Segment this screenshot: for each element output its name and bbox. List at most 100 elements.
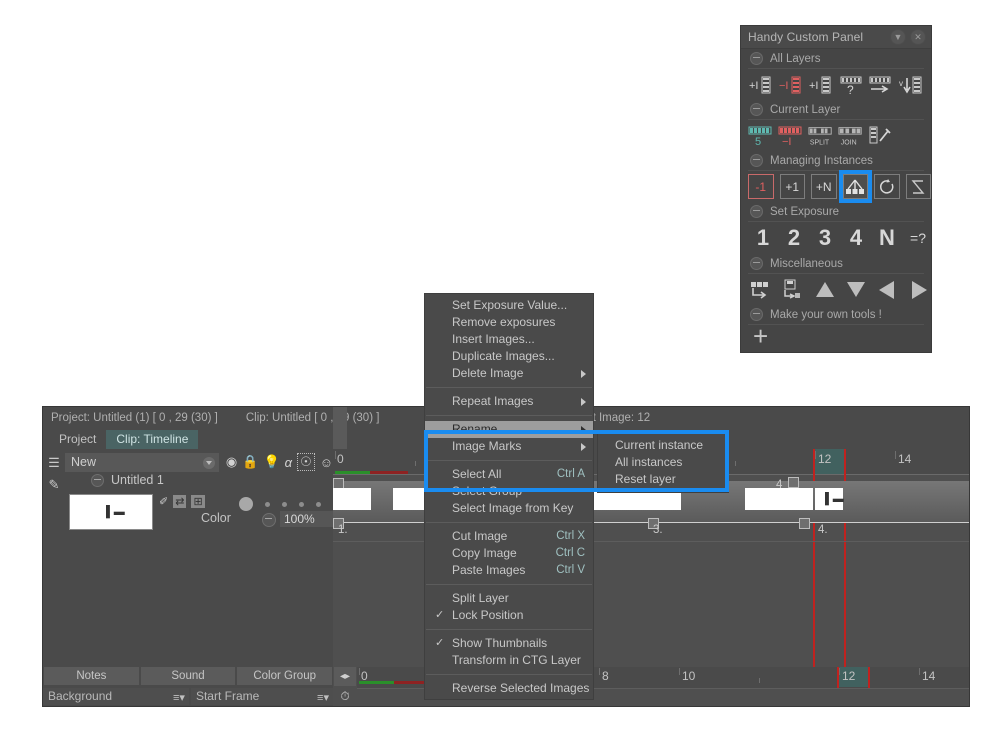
collapse-icon[interactable] xyxy=(750,257,763,270)
fill-down-icon[interactable]: v xyxy=(898,72,924,97)
key-handle[interactable] xyxy=(788,477,799,488)
remove-exposure-icon[interactable]: −I xyxy=(778,123,804,148)
exposure-1-button[interactable]: 1 xyxy=(750,225,776,251)
section-make-your-own-tools[interactable]: Make your own tools ! xyxy=(741,305,931,324)
submenu-item-reset-layer[interactable]: Reset layer xyxy=(598,471,728,488)
exposure-2-button[interactable]: 2 xyxy=(781,225,807,251)
start-frame-field[interactable]: Start Frame ≡▾ xyxy=(190,688,333,706)
menu-item-select-image-from-key[interactable]: Select Image from Key xyxy=(425,500,593,517)
menu-item-paste-images[interactable]: Paste Images Ctrl V xyxy=(425,562,593,579)
layers-stack-icon[interactable]: ☰ xyxy=(43,449,65,471)
sub-layer-row[interactable]: Untitled 1 xyxy=(91,473,164,487)
eye-icon[interactable]: ◉ xyxy=(226,454,237,470)
collapse-icon[interactable] xyxy=(750,103,763,116)
section-managing-instances[interactable]: Managing Instances xyxy=(741,151,931,170)
split-icon[interactable]: SPLIT xyxy=(808,123,834,148)
collapse-icon[interactable]: ▼ xyxy=(890,29,906,45)
layer-thumbnail[interactable]: ▌▬ xyxy=(69,494,153,530)
save-copy-icon[interactable] xyxy=(781,277,805,302)
tab-clip-timeline[interactable]: Clip: Timeline xyxy=(106,430,199,449)
notes-button[interactable]: Notes xyxy=(44,667,139,685)
menu-item-split-layer[interactable]: Split Layer xyxy=(425,590,593,607)
section-set-exposure[interactable]: Set Exposure xyxy=(741,202,931,221)
menu-item-remove-exposures[interactable]: Remove exposures xyxy=(425,314,593,331)
onion-dot[interactable] xyxy=(265,501,270,507)
swap-instance-icon[interactable] xyxy=(905,174,931,199)
swap-icon[interactable]: ⇄ xyxy=(173,495,187,508)
menu-item-lock-position[interactable]: ✓ Lock Position xyxy=(425,607,593,624)
menu-item-show-thumbnails[interactable]: ✓ Show Thumbnails xyxy=(425,635,593,652)
move-right-icon[interactable] xyxy=(907,277,931,302)
collapse-icon[interactable] xyxy=(750,52,763,65)
onion-dot-active[interactable] xyxy=(239,497,253,511)
section-all-layers[interactable]: All Layers xyxy=(741,49,931,68)
menu-item-set-exposure-value[interactable]: Set Exposure Value... xyxy=(425,297,593,314)
exposure-query-button[interactable]: =? xyxy=(905,225,931,251)
collapse-icon[interactable] xyxy=(750,154,763,167)
chevron-down-icon[interactable] xyxy=(202,456,215,469)
collapse-icon[interactable] xyxy=(91,473,104,487)
query-frames-icon[interactable]: ? xyxy=(838,72,864,97)
move-up-icon[interactable] xyxy=(813,277,837,302)
menu-item-rename[interactable]: Rename xyxy=(425,421,593,438)
add-column-icon[interactable]: ⊞ xyxy=(191,495,205,508)
list-icon[interactable]: ≡▾ xyxy=(173,690,185,706)
tag-icon[interactable]: ✎ xyxy=(43,471,65,493)
lock-icon[interactable]: 🔒 xyxy=(242,454,258,470)
remove-instance-icon[interactable]: -1 xyxy=(748,174,774,199)
collapse-icon[interactable] xyxy=(750,308,763,321)
set-exposure-5-icon[interactable]: 5 xyxy=(748,123,774,148)
onion-skin-icon[interactable]: ☺ xyxy=(320,455,333,470)
exposure-4-button[interactable]: 4 xyxy=(843,225,869,251)
color-group-button[interactable]: Color Group xyxy=(237,667,333,685)
add-n-instances-icon[interactable]: +N xyxy=(811,174,837,199)
onion-skin-dots[interactable] xyxy=(239,497,321,511)
join-icon[interactable]: JOIN xyxy=(838,123,864,148)
onion-dot[interactable] xyxy=(282,501,287,507)
submenu-item-all-instances[interactable]: All instances xyxy=(598,454,728,471)
sound-button[interactable]: Sound xyxy=(140,667,236,685)
remove-frame-icon[interactable]: −I xyxy=(778,72,804,97)
timer-icon[interactable]: ⏱ xyxy=(334,687,356,706)
menu-item-image-marks[interactable]: Image Marks xyxy=(425,438,593,455)
rename-instances-icon[interactable] xyxy=(838,170,872,203)
submenu-item-current-instance[interactable]: Current instance xyxy=(598,437,728,454)
section-current-layer[interactable]: Current Layer xyxy=(741,100,931,119)
menu-item-reverse-selected-images[interactable]: Reverse Selected Images xyxy=(425,680,593,697)
menu-item-insert-images[interactable]: Insert Images... xyxy=(425,331,593,348)
brush-icon[interactable]: ✐ xyxy=(159,495,168,508)
mask-icon[interactable]: ☉ xyxy=(297,453,315,471)
menu-item-duplicate-images[interactable]: Duplicate Images... xyxy=(425,348,593,365)
alpha-icon[interactable]: α xyxy=(285,455,292,470)
onion-dot[interactable] xyxy=(316,501,321,507)
exposure-n-button[interactable]: N xyxy=(874,225,900,251)
add-instance-icon[interactable]: +1 xyxy=(779,174,805,199)
menu-item-copy-image[interactable]: Copy Image Ctrl C xyxy=(425,545,593,562)
onion-dot[interactable] xyxy=(299,501,304,507)
reset-instance-icon[interactable] xyxy=(874,174,900,199)
menu-item-repeat-images[interactable]: Repeat Images xyxy=(425,393,593,410)
cel-block[interactable] xyxy=(333,488,371,510)
add-frame-after-icon[interactable]: +I xyxy=(808,72,834,97)
move-left-icon[interactable] xyxy=(875,277,899,302)
add-custom-tool-icon[interactable]: + xyxy=(741,323,931,349)
horizontal-resize-handle[interactable]: ◂▸ xyxy=(334,667,356,686)
list-icon[interactable]: ≡▾ xyxy=(317,690,329,706)
pick-exposure-icon[interactable] xyxy=(868,123,894,148)
close-icon[interactable]: ✕ xyxy=(910,29,926,45)
sequence-icon[interactable] xyxy=(750,277,774,302)
collapse-icon[interactable] xyxy=(750,205,763,218)
menu-item-select-all[interactable]: Select All Ctrl A xyxy=(425,466,593,483)
tab-project[interactable]: Project xyxy=(49,430,107,449)
menu-item-cut-image[interactable]: Cut Image Ctrl X xyxy=(425,528,593,545)
layer-name-field[interactable]: New xyxy=(65,452,219,472)
add-frame-before-icon[interactable]: +I xyxy=(748,72,774,97)
cel-block[interactable] xyxy=(745,488,813,510)
exposure-3-button[interactable]: 3 xyxy=(812,225,838,251)
menu-item-select-group[interactable]: Select Group xyxy=(425,483,593,500)
menu-item-transform-in-ctg-layer[interactable]: Transform in CTG Layer xyxy=(425,652,593,669)
key-handle[interactable] xyxy=(799,518,810,529)
move-down-icon[interactable] xyxy=(844,277,868,302)
collapse-icon[interactable] xyxy=(262,513,276,527)
light-bulb-icon[interactable]: 💡 xyxy=(263,454,279,470)
